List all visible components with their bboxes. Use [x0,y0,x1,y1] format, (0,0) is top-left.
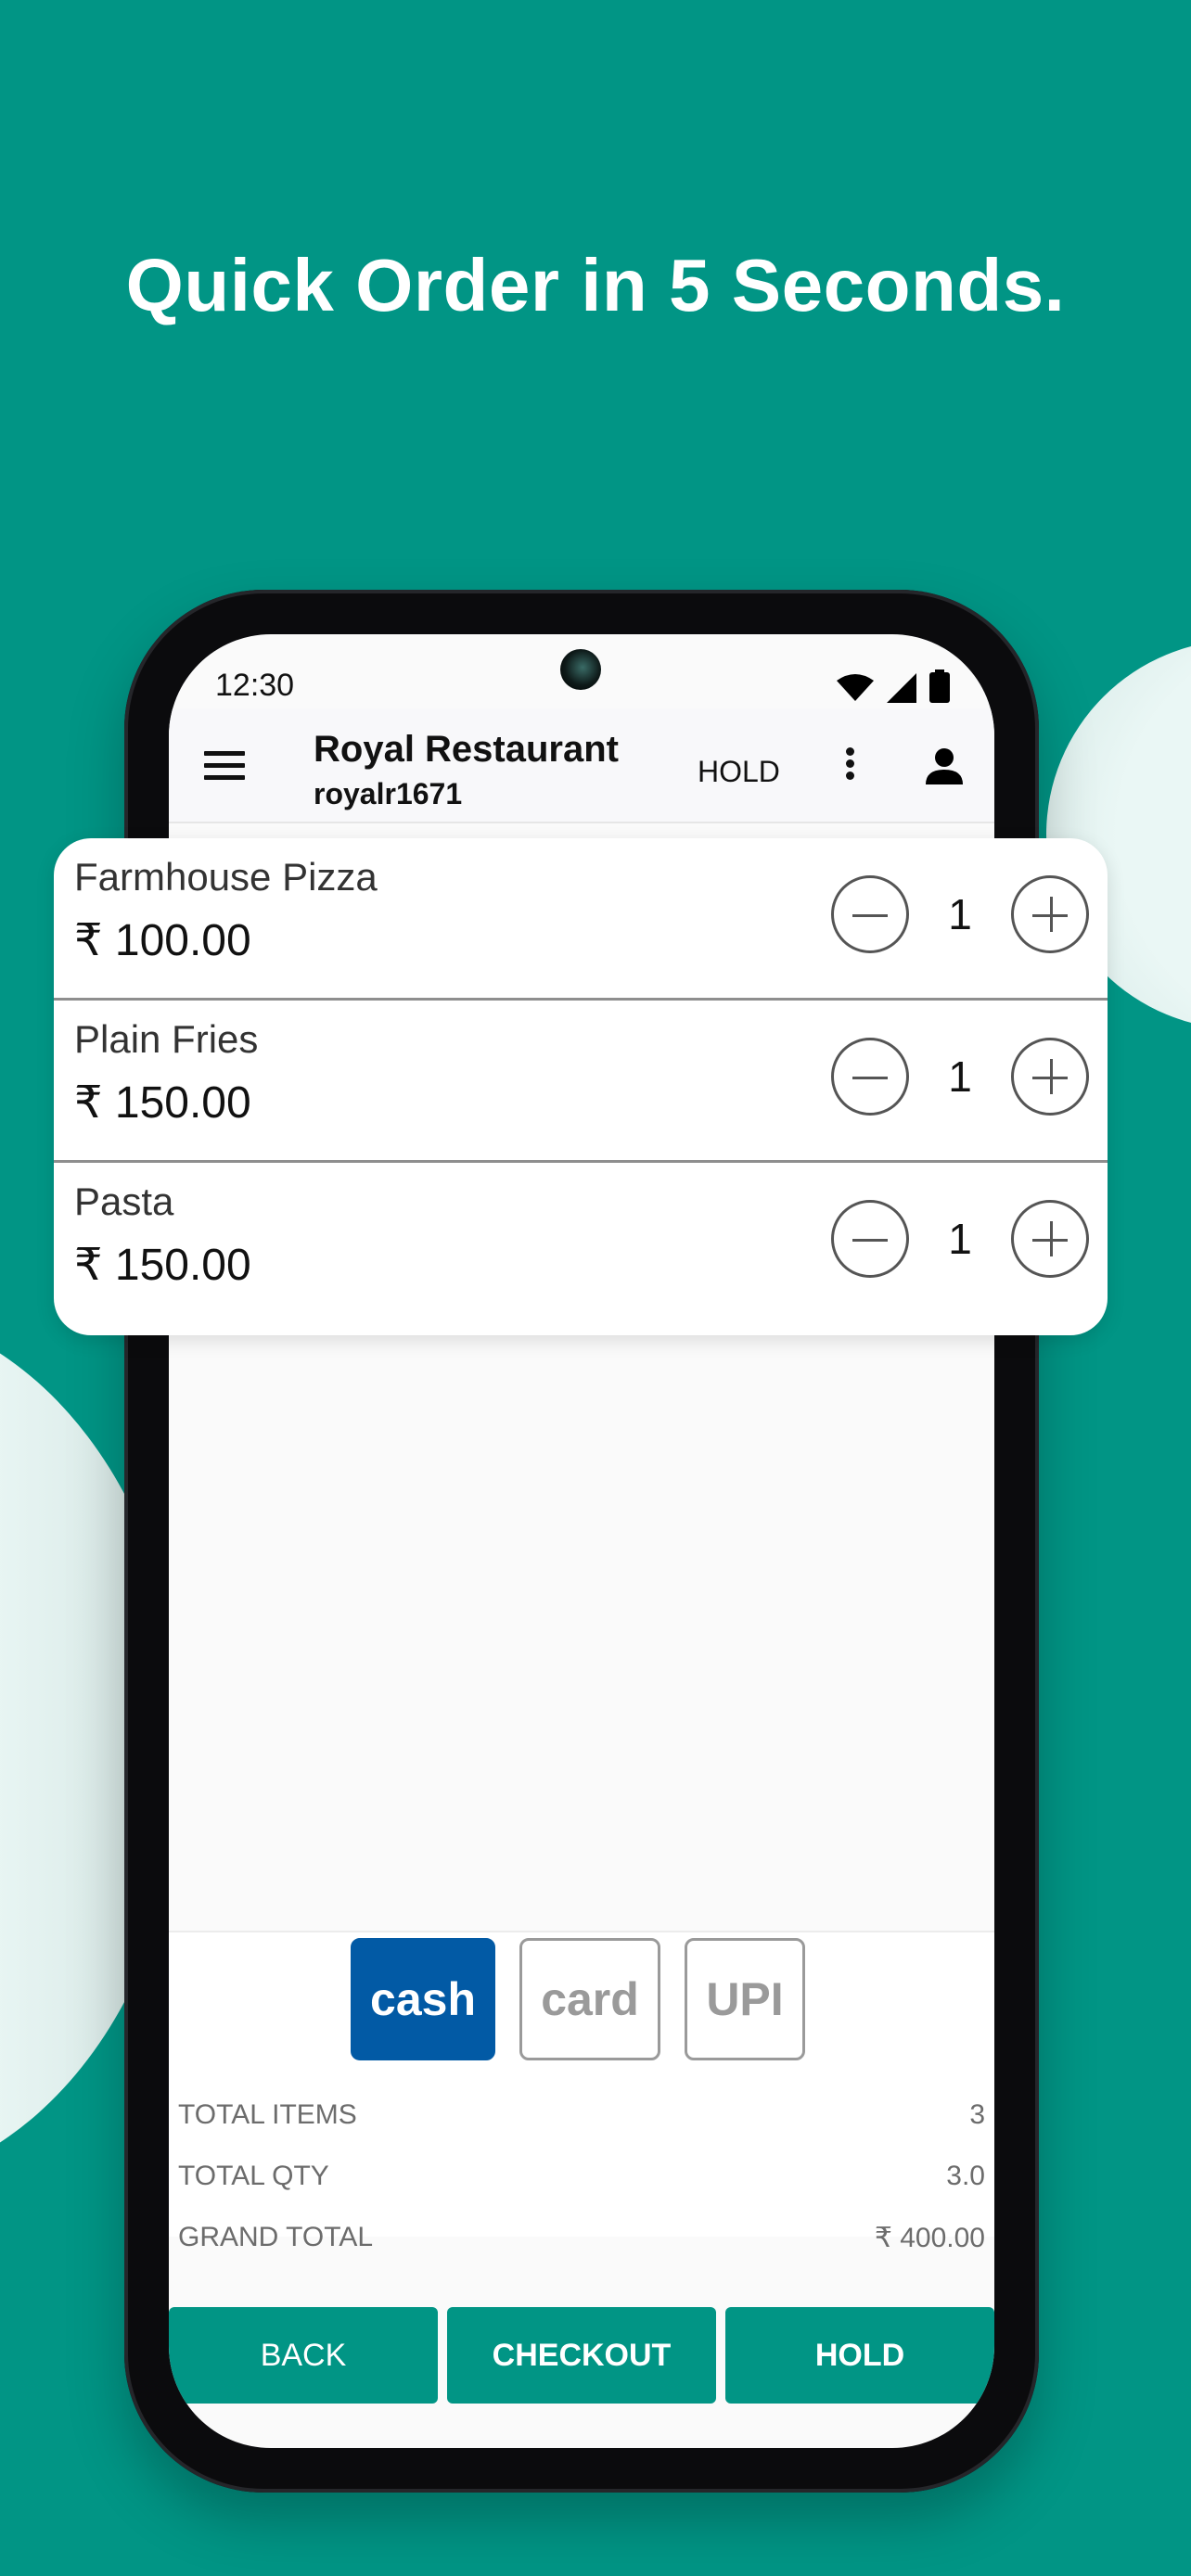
total-label: TOTAL ITEMS [178,2099,357,2130]
battery-icon [929,670,950,703]
total-label: TOTAL QTY [178,2161,329,2191]
hold-button[interactable]: HOLD [725,2307,994,2404]
total-value: 3.0 [946,2161,985,2191]
grand-total-row: GRAND TOTAL ₹ 400.00 [178,2222,985,2283]
quantity-stepper: 1 [831,1200,1089,1278]
total-label: GRAND TOTAL [178,2222,374,2252]
status-bar: 12:30 [169,634,994,708]
restaurant-username: royalr1671 [314,777,463,810]
total-items-row: TOTAL ITEMS 3 [178,2099,985,2161]
minus-circle-icon[interactable] [831,1200,909,1278]
item-price: ₹ 150.00 [74,1078,251,1128]
item-qty: 1 [948,1052,972,1101]
cell-signal-icon [887,673,916,703]
item-qty: 1 [948,890,972,938]
order-item-row: Farmhouse Pizza ₹ 100.00 1 [54,838,1108,1001]
back-button[interactable]: BACK [169,2307,438,2404]
plus-circle-icon[interactable] [1011,875,1089,953]
app-bar: Royal Restaurant royalr1671 HOLD [169,708,994,823]
order-item-row: Plain Fries ₹ 150.00 1 [54,1001,1108,1163]
payment-summary-panel: cash card UPI TOTAL ITEMS 3 TOTAL QTY 3.… [169,1931,994,2253]
pay-card-button[interactable]: card [519,1938,660,2060]
quantity-stepper: 1 [831,1038,1089,1116]
wifi-icon [837,674,874,701]
item-price: ₹ 100.00 [74,916,251,965]
total-qty-row: TOTAL QTY 3.0 [178,2161,985,2222]
payment-method-group: cash card UPI [169,1938,994,2060]
item-name: Plain Fries [74,1017,259,1061]
plus-circle-icon[interactable] [1011,1200,1089,1278]
pay-upi-button[interactable]: UPI [685,1938,805,2060]
checkout-button[interactable]: CHECKOUT [447,2307,716,2404]
camera-cutout [560,649,601,690]
action-bar: BACK CHECKOUT HOLD [169,2307,994,2404]
item-price: ₹ 150.00 [74,1241,251,1290]
more-vert-icon[interactable] [840,747,859,784]
minus-circle-icon[interactable] [831,1038,909,1116]
promo-headline: Quick Order in 5 Seconds. [125,244,1066,326]
order-item-row: Pasta ₹ 150.00 1 [54,1163,1108,1325]
hold-orders-button[interactable]: HOLD [698,755,780,789]
plus-circle-icon[interactable] [1011,1038,1089,1116]
minus-circle-icon[interactable] [831,875,909,953]
pay-cash-button[interactable]: cash [351,1938,495,2060]
total-value: 3 [969,2099,985,2130]
status-time: 12:30 [215,668,295,703]
item-qty: 1 [948,1215,972,1263]
status-icons [837,670,950,703]
restaurant-title: Royal Restaurant [314,729,619,770]
quantity-stepper: 1 [831,875,1089,953]
item-name: Pasta [74,1180,174,1223]
account-icon[interactable] [924,746,965,786]
order-items-card: Farmhouse Pizza ₹ 100.00 1 Plain Fries ₹… [54,838,1108,1335]
totals-list: TOTAL ITEMS 3 TOTAL QTY 3.0 GRAND TOTAL … [178,2099,985,2283]
menu-icon[interactable] [204,751,245,781]
total-value: ₹ 400.00 [874,2223,985,2253]
item-name: Farmhouse Pizza [74,855,378,899]
